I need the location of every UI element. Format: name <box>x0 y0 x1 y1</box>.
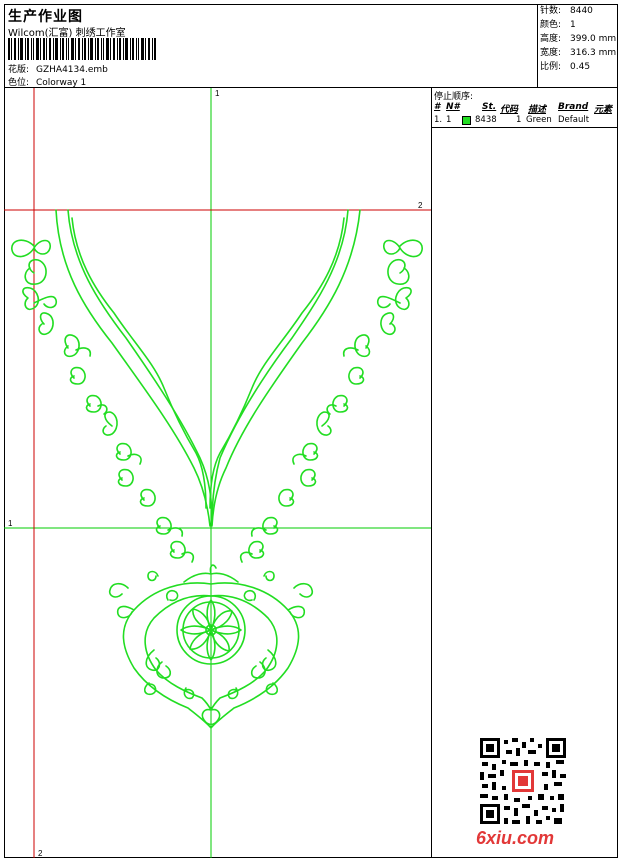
height-value: 399.0 mm <box>570 34 617 44</box>
design-file-value: GZHA4134.emb <box>36 65 108 75</box>
design-file-line: 花版: GZHA4134.emb <box>8 62 108 75</box>
stitches-value: 8440 <box>570 6 593 16</box>
height-label: 高度: <box>540 34 562 44</box>
table-row[interactable]: 1. 1 8438 1 Green Default <box>432 114 618 128</box>
row-brand: Default <box>558 115 590 125</box>
colorway-line: 色位: Colorway 1 <box>8 75 86 88</box>
col-n: N# <box>446 102 460 112</box>
design-info-panel: 针数: 8440 颜色: 1 高度: 399.0 mm 宽度: 316.3 mm 比例:… <box>537 4 618 88</box>
height-row: 高度: 399.0 mm <box>538 32 618 46</box>
page-title: 生产作业图 <box>8 9 83 25</box>
scale-label: 比例: <box>540 62 562 72</box>
colorway-label: 色位: <box>8 78 30 88</box>
watermark-brand: 6xiu.com <box>476 828 555 848</box>
stop-sequence-header: # N# St. 代码 描述 Brand 元素 <box>432 102 618 115</box>
colors-value: 1 <box>570 20 576 30</box>
axis-label-left: 1 <box>8 519 13 528</box>
company-name: Wilcom(汇富) 刺绣工作室 <box>8 28 126 39</box>
stop-sequence-title: 停止顺序: <box>434 92 474 102</box>
header-panel: 生产作业图 Wilcom(汇富) 刺绣工作室 花版: GZHA4134.emb 色… <box>4 4 618 88</box>
axis-label-right: 2 <box>418 201 423 210</box>
colors-label: 颜色: <box>540 20 562 30</box>
col-st: St. <box>482 102 497 112</box>
embroidery-design <box>11 209 423 729</box>
row-code: 1 <box>516 115 522 125</box>
scale-row: 比例: 0.45 <box>538 60 618 74</box>
width-label: 宽度: <box>540 48 562 58</box>
colors-row: 颜色: 1 <box>538 18 618 32</box>
axis-label-bottom: 2 <box>38 849 43 858</box>
scale-value: 0.45 <box>570 62 591 72</box>
stitches-label: 针数: <box>540 6 562 16</box>
colorway-value: Colorway 1 <box>36 78 87 88</box>
row-desc: Green <box>526 115 552 125</box>
col-num: # <box>434 102 441 112</box>
barcode <box>8 38 156 60</box>
width-value: 316.3 mm <box>570 48 617 58</box>
stitches-row: 针数: 8440 <box>538 4 618 18</box>
row-num: 1. <box>434 115 443 125</box>
width-row: 宽度: 316.3 mm <box>538 46 618 60</box>
design-canvas[interactable]: 1 2 1 2 <box>4 88 431 858</box>
axis-label-top: 1 <box>215 89 220 98</box>
embroidery-preview: 1 2 1 2 <box>4 88 431 858</box>
design-label: 花版: <box>8 65 30 75</box>
col-brand: Brand <box>558 102 589 112</box>
row-n: 1 <box>446 115 452 125</box>
row-st: 8438 <box>475 115 497 125</box>
qr-code <box>480 738 566 824</box>
color-swatch <box>462 116 471 125</box>
